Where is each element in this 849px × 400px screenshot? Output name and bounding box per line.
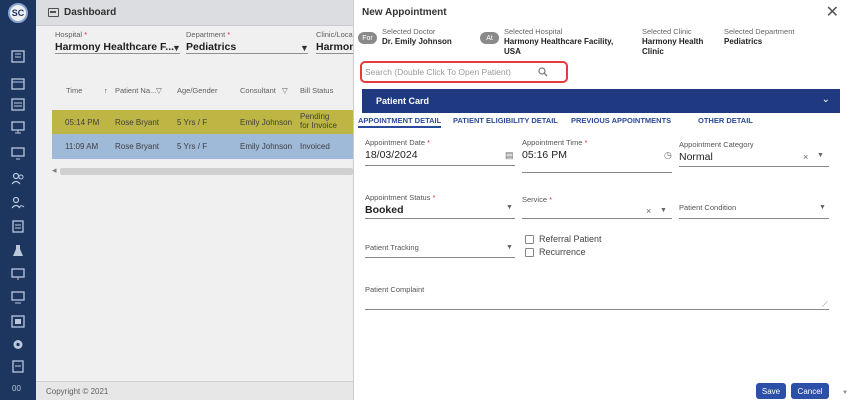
patient-condition-field[interactable]: Patient Condition xyxy=(679,203,736,212)
checkbox-box[interactable] xyxy=(525,234,534,244)
chevron-down-icon[interactable]: ▼ xyxy=(819,204,826,211)
recurrence-checkbox[interactable]: Recurrence xyxy=(525,247,586,257)
selected-doctor: Dr. Emily Johnson xyxy=(382,37,452,46)
clear-icon[interactable]: × xyxy=(803,152,808,162)
chevron-down-icon[interactable]: ▼ xyxy=(660,207,667,214)
appointment-category-label: Appointment Category xyxy=(679,140,754,149)
tab-patient-eligibility-detail[interactable]: PATIENT ELIGIBILITY DETAIL xyxy=(453,116,558,125)
clear-icon[interactable]: × xyxy=(646,206,651,216)
clock-icon[interactable]: ◷ xyxy=(664,150,672,161)
cancel-button[interactable]: Cancel xyxy=(791,383,829,399)
selected-hospital-label: Selected Hospital xyxy=(504,27,563,36)
chevron-down-icon[interactable]: ▼ xyxy=(506,204,513,211)
patient-card-header[interactable]: Patient Card ⌄ xyxy=(362,89,840,113)
chevron-down-icon[interactable]: ▼ xyxy=(506,244,513,251)
appointment-category-value: Normal xyxy=(679,151,713,163)
tab-appointment-detail[interactable]: APPOINTMENT DETAIL xyxy=(358,116,442,128)
patient-condition-label: Patient Condition xyxy=(679,203,737,212)
modal-backdrop[interactable] xyxy=(0,0,353,400)
selected-department-label: Selected Department xyxy=(724,27,795,36)
service-field[interactable]: Service * xyxy=(522,195,552,204)
appointment-status-field[interactable]: Appointment Status * Booked xyxy=(365,193,435,216)
appointment-category-field[interactable]: Appointment Category Normal xyxy=(679,140,754,163)
appointment-time-field[interactable]: Appointment Time * 05:16 PM xyxy=(522,138,587,161)
patient-tracking-field[interactable]: Patient Tracking xyxy=(365,243,419,252)
calendar-icon[interactable]: ▤ xyxy=(505,150,514,161)
recurrence-label: Recurrence xyxy=(539,247,586,257)
appointment-date-value: 18/03/2024 xyxy=(365,149,418,161)
at-badge: At xyxy=(480,32,499,44)
new-appointment-modal: New Appointment ✕ For Selected Doctor Dr… xyxy=(353,0,849,400)
appointment-time-value: 05:16 PM xyxy=(522,149,567,161)
for-badge: For xyxy=(358,32,377,44)
search-icon[interactable] xyxy=(538,67,548,77)
tab-previous-appointments[interactable]: PREVIOUS APPOINTMENTS xyxy=(571,116,671,125)
appointment-status-label: Appointment Status xyxy=(365,193,431,202)
chevron-down-icon[interactable]: ⌄ xyxy=(822,94,830,105)
modal-title: New Appointment xyxy=(362,7,447,18)
appointment-date-field[interactable]: Appointment Date * 18/03/2024 xyxy=(365,138,430,161)
scroll-down-icon[interactable]: ▼ xyxy=(842,390,848,396)
selected-clinic-label: Selected Clinic xyxy=(642,27,692,36)
referral-patient-label: Referral Patient xyxy=(539,234,602,244)
selected-doctor-label: Selected Doctor xyxy=(382,27,436,36)
patient-search-box[interactable] xyxy=(360,61,568,83)
close-icon[interactable]: ✕ xyxy=(826,2,839,22)
patient-card-label: Patient Card xyxy=(376,96,430,106)
patient-complaint-field[interactable]: Patient Complaint xyxy=(365,285,424,294)
referral-patient-checkbox[interactable]: Referral Patient xyxy=(525,234,602,244)
checkbox-box[interactable] xyxy=(525,247,534,257)
selected-department: Pediatrics xyxy=(724,37,763,46)
chevron-down-icon[interactable]: ▼ xyxy=(817,152,824,159)
selected-clinic: Harmony Health Clinic xyxy=(642,37,704,56)
appointment-date-label: Appointment Date xyxy=(365,138,426,147)
appointment-status-value: Booked xyxy=(365,204,404,216)
patient-search-input[interactable] xyxy=(365,65,535,79)
patient-complaint-label: Patient Complaint xyxy=(365,285,425,294)
patient-tracking-label: Patient Tracking xyxy=(365,243,419,252)
service-label: Service xyxy=(522,195,548,204)
appointment-time-label: Appointment Time xyxy=(522,138,583,147)
tab-other-detail[interactable]: OTHER DETAIL xyxy=(698,116,753,125)
selected-hospital: Harmony Healthcare Facility, USA xyxy=(504,37,614,56)
detail-tabs: APPOINTMENT DETAIL PATIENT ELIGIBILITY D… xyxy=(354,113,849,128)
save-button[interactable]: Save xyxy=(756,383,786,399)
